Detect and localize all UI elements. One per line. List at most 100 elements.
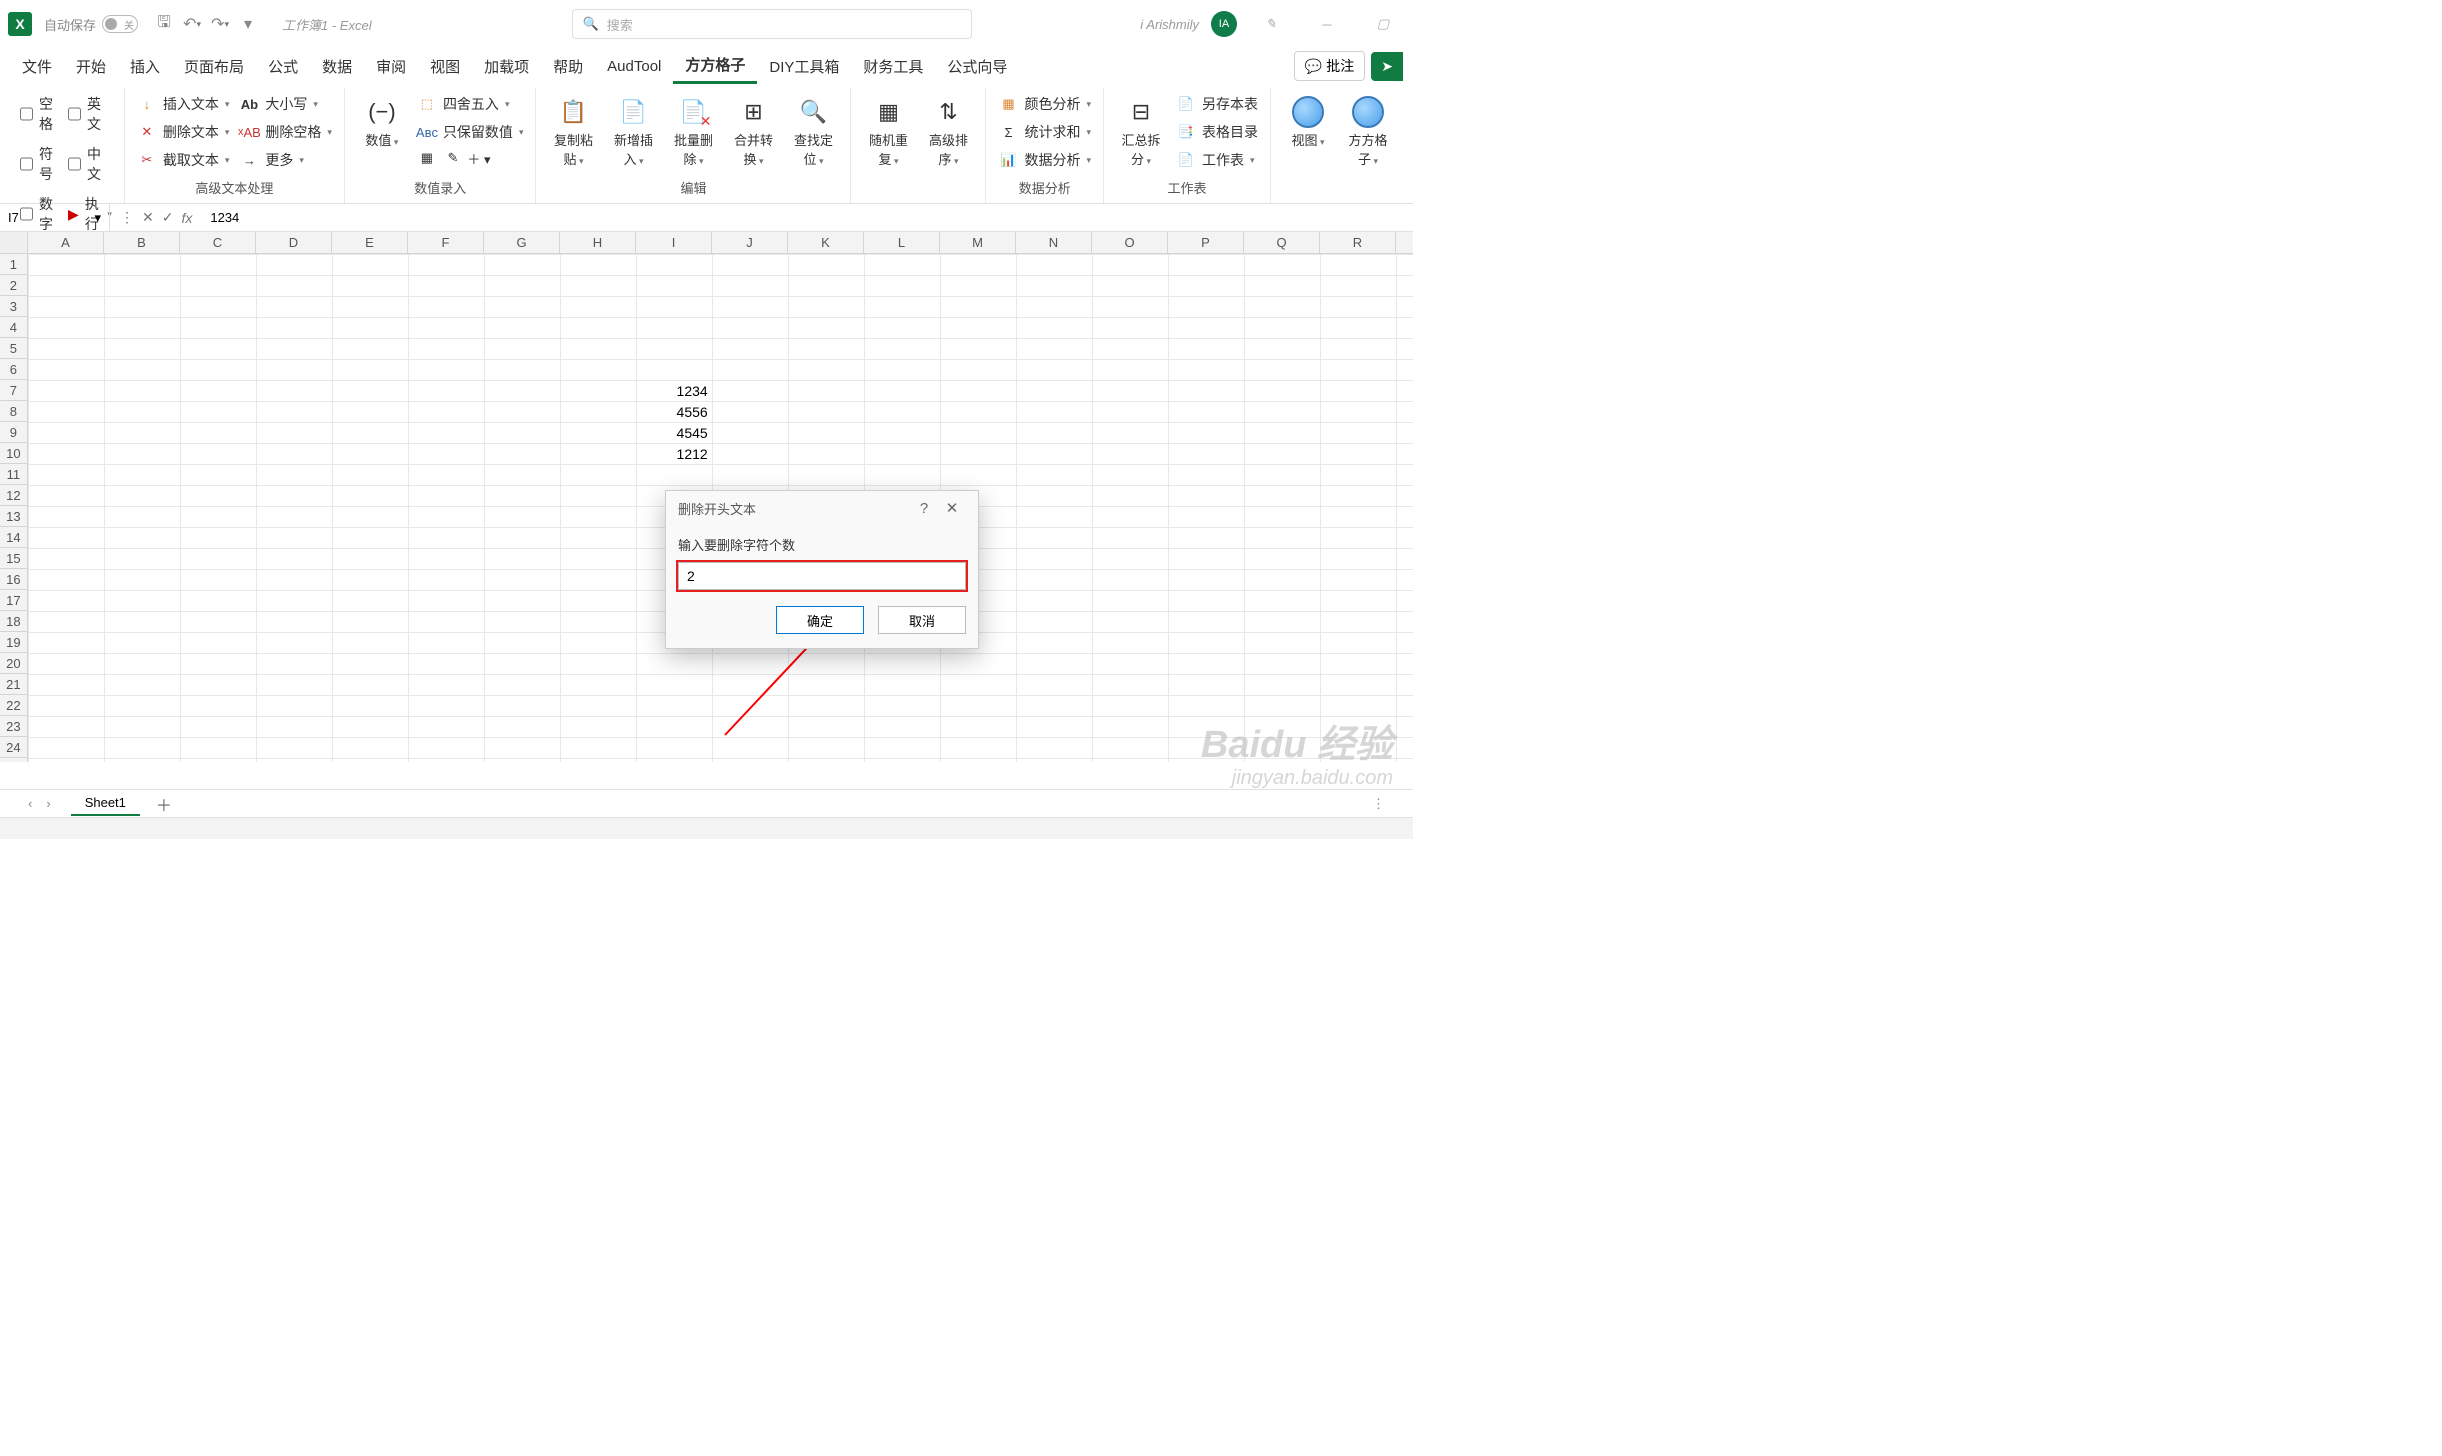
col-header-L[interactable]: L (864, 232, 940, 253)
col-header-D[interactable]: D (256, 232, 332, 253)
dialog-help-icon[interactable]: ? (910, 500, 938, 517)
minimize-icon[interactable]: ─ (1305, 9, 1349, 39)
redo-icon[interactable]: ↷ (206, 10, 234, 38)
accept-formula-icon[interactable]: ✓ (162, 209, 174, 226)
row-header-18[interactable]: 18 (0, 611, 28, 632)
row-header-25[interactable]: 25 (0, 758, 28, 762)
avatar[interactable]: IA (1211, 11, 1237, 37)
view-button[interactable]: 视图 (1283, 90, 1333, 149)
col-header-N[interactable]: N (1016, 232, 1092, 253)
row-header-10[interactable]: 10 (0, 443, 28, 464)
tab-home[interactable]: 开始 (64, 50, 118, 83)
more-button[interactable]: →更多 (239, 150, 332, 170)
col-header-J[interactable]: J (712, 232, 788, 253)
row-header-12[interactable]: 12 (0, 485, 28, 506)
data-analysis-button[interactable]: 📊数据分析 (998, 150, 1091, 170)
row-header-2[interactable]: 2 (0, 275, 28, 296)
col-header-R[interactable]: R (1320, 232, 1396, 253)
row-header-3[interactable]: 3 (0, 296, 28, 317)
autosave-toggle[interactable]: 自动保存 关 (44, 15, 138, 34)
case-button[interactable]: Ab大小写 (239, 94, 332, 114)
keep-num-button[interactable]: Aʙᴄ只保留数值 (417, 122, 524, 142)
cut-text-button[interactable]: ✂截取文本 (137, 150, 230, 170)
copy-paste-button[interactable]: 📋复制粘贴 (548, 90, 598, 168)
round-button[interactable]: ⬚四舍五入 (417, 94, 524, 114)
sheet-prev-icon[interactable]: ‹ (28, 796, 32, 811)
save-icon[interactable]: 🖫 (150, 10, 178, 38)
select-all-corner[interactable] (0, 232, 28, 253)
name-box-more-icon[interactable]: ⋮ (120, 209, 134, 226)
name-box[interactable]: I7 ▾ (0, 204, 110, 231)
savecopy-button[interactable]: 📄另存本表 (1176, 94, 1258, 114)
row-header-16[interactable]: 16 (0, 569, 28, 590)
char-count-input[interactable] (678, 562, 966, 590)
col-header-F[interactable]: F (408, 232, 484, 253)
dialog-close-icon[interactable]: ✕ (938, 499, 966, 517)
share-button[interactable]: ➤ (1371, 52, 1403, 81)
add-sheet-button[interactable]: ＋ (140, 792, 188, 816)
dialog-titlebar[interactable]: 删除开头文本 ? ✕ (666, 491, 978, 525)
row-header-23[interactable]: 23 (0, 716, 28, 737)
merge-button[interactable]: ⊞合并转换 (728, 90, 778, 168)
comment-button[interactable]: 💬 批注 (1294, 51, 1365, 81)
row-header-4[interactable]: 4 (0, 317, 28, 338)
toc-button[interactable]: 📑表格目录 (1176, 122, 1258, 142)
cell-I9[interactable]: 4545 (636, 422, 712, 443)
sheet-tab-1[interactable]: Sheet1 (71, 791, 140, 816)
cell-I10[interactable]: 1212 (636, 443, 712, 464)
col-header-B[interactable]: B (104, 232, 180, 253)
tab-finance[interactable]: 财务工具 (851, 50, 935, 83)
tab-fangfang[interactable]: 方方格子 (673, 48, 757, 84)
row-header-6[interactable]: 6 (0, 359, 28, 380)
qat-more-icon[interactable]: ▾ (234, 10, 262, 38)
row-header-17[interactable]: 17 (0, 590, 28, 611)
worksheet-button[interactable]: 📄工作表 (1176, 150, 1258, 170)
tab-file[interactable]: 文件 (10, 50, 64, 83)
del-space-button[interactable]: xAB删除空格 (239, 122, 332, 142)
col-header-H[interactable]: H (560, 232, 636, 253)
col-header-K[interactable]: K (788, 232, 864, 253)
toggle-switch[interactable]: 关 (102, 15, 138, 33)
row-header-21[interactable]: 21 (0, 674, 28, 695)
row-header-22[interactable]: 22 (0, 695, 28, 716)
row-header-14[interactable]: 14 (0, 527, 28, 548)
row-header-1[interactable]: 1 (0, 254, 28, 275)
col-header-O[interactable]: O (1092, 232, 1168, 253)
col-header-E[interactable]: E (332, 232, 408, 253)
pen-icon[interactable]: ✎ (1249, 9, 1293, 39)
batch-del-button[interactable]: 📄✕批量删除 (668, 90, 718, 168)
fx-icon[interactable]: fx (181, 210, 192, 226)
tab-help[interactable]: 帮助 (541, 50, 595, 83)
ok-button[interactable]: 确定 (776, 606, 864, 634)
delete-text-button[interactable]: ✕删除文本 (137, 122, 230, 142)
tab-addins[interactable]: 加载项 (472, 50, 541, 83)
stat-sum-button[interactable]: Σ统计求和 (998, 122, 1091, 142)
new-insert-button[interactable]: 📄新增插入 (608, 90, 658, 168)
numval-button[interactable]: (−) 数值 (357, 90, 407, 149)
tab-data[interactable]: 数据 (310, 50, 364, 83)
sheet-divider-icon[interactable]: ⋮ (1372, 796, 1405, 812)
col-header-Q[interactable]: Q (1244, 232, 1320, 253)
tab-audtool[interactable]: AudTool (595, 52, 673, 81)
tab-diy[interactable]: DIY工具箱 (757, 50, 851, 83)
row-header-7[interactable]: 7 (0, 380, 28, 401)
row-header-9[interactable]: 9 (0, 422, 28, 443)
col-header-C[interactable]: C (180, 232, 256, 253)
cancel-button[interactable]: 取消 (878, 606, 966, 634)
row-header-11[interactable]: 11 (0, 464, 28, 485)
sort-button[interactable]: ⇅高级排序 (923, 90, 973, 168)
row-header-15[interactable]: 15 (0, 548, 28, 569)
cell-I7[interactable]: 1234 (636, 380, 712, 401)
row-header-5[interactable]: 5 (0, 338, 28, 359)
color-analysis-button[interactable]: ▦颜色分析 (998, 94, 1091, 114)
check-english[interactable]: 英文 (68, 94, 112, 134)
random-button[interactable]: ▦随机重复 (863, 90, 913, 168)
check-chinese[interactable]: 中文 (68, 144, 112, 184)
tab-insert[interactable]: 插入 (118, 50, 172, 83)
misc-row[interactable]: ▦✎＋ ▾ (417, 150, 524, 166)
undo-icon[interactable]: ↶ (178, 10, 206, 38)
tab-formulas[interactable]: 公式 (256, 50, 310, 83)
col-header-M[interactable]: M (940, 232, 1016, 253)
sheet-next-icon[interactable]: › (46, 796, 50, 811)
col-header-A[interactable]: A (28, 232, 104, 253)
